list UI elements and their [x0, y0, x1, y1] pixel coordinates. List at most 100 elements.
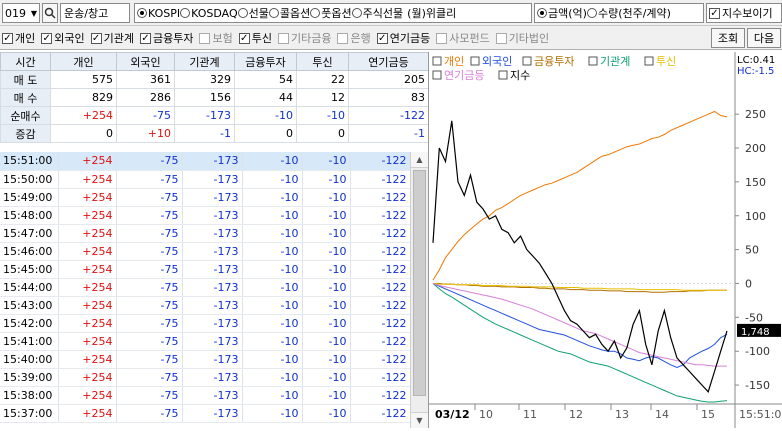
- value-cell: -173: [182, 332, 243, 351]
- x-tick-label: 14: [655, 408, 669, 421]
- table-row[interactable]: 15:43:00 +254 -75 -173 -10 -10 -122: [0, 296, 411, 315]
- table-row[interactable]: 15:41:00 +254 -75 -173 -10 -10 -122: [0, 332, 411, 351]
- legend-checkbox-5[interactable]: [432, 70, 442, 80]
- table-row[interactable]: 15:38:00 +254 -75 -173 -10 -10 -122: [0, 386, 411, 405]
- summary-header-cell: 개인: [50, 52, 117, 71]
- table-row[interactable]: 15:49:00 +254 -75 -173 -10 -10 -122: [0, 188, 411, 207]
- radio-icon: [586, 8, 597, 18]
- legend-checkbox-0[interactable]: [432, 56, 442, 66]
- market-radio-kospi[interactable]: KOSPI: [137, 7, 180, 20]
- unit-radio-quantity[interactable]: 수량(천주/계약): [586, 5, 671, 21]
- summary-header-cell: 금융투자: [234, 52, 297, 71]
- value-cell: -75: [116, 278, 183, 297]
- radio-icon: [237, 8, 248, 18]
- checkbox-checked-icon: ✓: [41, 32, 53, 44]
- code-select[interactable]: 019 ▼: [2, 3, 40, 23]
- y-tick-label: 200: [745, 142, 766, 155]
- table-row[interactable]: 15:48:00 +254 -75 -173 -10 -10 -122: [0, 206, 411, 225]
- checkbox-empty-icon: [199, 32, 211, 44]
- value-cell: -173: [182, 350, 243, 369]
- value-cell: -10: [302, 188, 351, 207]
- table-row[interactable]: 15:46:00 +254 -75 -173 -10 -10 -122: [0, 242, 411, 261]
- legend-item-4: 투신: [656, 55, 676, 68]
- table-row[interactable]: 15:50:00 +254 -75 -173 -10 -10 -122: [0, 170, 411, 189]
- table-row[interactable]: 15:44:00 +254 -75 -173 -10 -10 -122: [0, 278, 411, 297]
- legend-checkbox-1[interactable]: [470, 56, 480, 66]
- market-radio-stock-futures[interactable]: 주식선물: [351, 5, 403, 21]
- y-tick-label: -50: [745, 311, 763, 324]
- table-row[interactable]: 15:40:00 +254 -75 -173 -10 -10 -122: [0, 350, 411, 369]
- investor-filter-9[interactable]: 사모펀드: [436, 30, 490, 46]
- scroll-up-arrow-icon[interactable]: ▲: [411, 152, 428, 168]
- sector-name-field[interactable]: 운송/창고: [60, 3, 130, 23]
- investor-filter-10[interactable]: 기타법인: [495, 30, 549, 46]
- investor-filter-1[interactable]: ✓ 외국인: [41, 30, 85, 46]
- investor-filter-4[interactable]: 보험: [199, 30, 233, 46]
- show-index-checkbox[interactable]: ✓ 지수보이기: [706, 3, 782, 23]
- radio-icon: [537, 8, 547, 18]
- legend-checkbox-6[interactable]: [498, 70, 508, 80]
- legend-checkbox-3[interactable]: [588, 56, 598, 66]
- table-row[interactable]: 15:47:00 +254 -75 -173 -10 -10 -122: [0, 224, 411, 243]
- legend-checkbox-4[interactable]: [644, 56, 654, 66]
- table-row[interactable]: 15:45:00 +254 -75 -173 -10 -10 -122: [0, 260, 411, 279]
- search-button[interactable]: [42, 3, 58, 23]
- summary-header-row: 시간 개인 외국인 기관계 금융투자 투신 연기금등: [0, 52, 429, 71]
- value-cell: -10: [242, 386, 303, 405]
- radio-icon: [137, 8, 147, 18]
- query-button[interactable]: 조회: [711, 28, 745, 48]
- summary-cell: 0: [234, 124, 297, 143]
- investor-filter-6[interactable]: 기타금융: [277, 30, 331, 46]
- value-cell: -10: [302, 386, 351, 405]
- investor-filter-label: 기관계: [103, 32, 134, 45]
- value-cell: -10: [302, 350, 351, 369]
- checkbox-checked-icon: ✓: [238, 32, 250, 44]
- summary-cell: 44: [234, 88, 297, 107]
- value-cell: -10: [242, 152, 303, 171]
- table-row[interactable]: 15:42:00 +254 -75 -173 -10 -10 -122: [0, 314, 411, 333]
- value-cell: -75: [116, 242, 183, 261]
- value-cell: -75: [116, 314, 183, 333]
- summary-row-label: 매 도: [0, 70, 51, 89]
- investor-filter-7[interactable]: 은행: [337, 30, 371, 46]
- value-cell: -173: [182, 314, 243, 333]
- table-row[interactable]: 15:51:00 +254 -75 -173 -10 -10 -122: [0, 152, 411, 171]
- time-cell: 15:51:00: [0, 152, 59, 171]
- summary-cell: 54: [234, 70, 297, 89]
- legend-checkbox-2[interactable]: [522, 56, 532, 66]
- chart-info-text: HC:-1.5: [737, 66, 774, 77]
- scroll-down-arrow-icon[interactable]: ▼: [411, 412, 428, 428]
- market-radio-futures[interactable]: 선물: [237, 5, 269, 21]
- investor-filter-3[interactable]: ✓ 금융투자: [140, 30, 193, 46]
- chart-background: [429, 52, 782, 428]
- scrollbar-thumb[interactable]: [413, 170, 426, 396]
- market-radio-call[interactable]: 콜옵션: [268, 5, 310, 21]
- value-cell: -122: [350, 242, 411, 261]
- market-radio-put[interactable]: 풋옵션: [310, 5, 352, 21]
- code-value: 019: [5, 6, 26, 20]
- investor-filter-2[interactable]: ✓ 기관계: [90, 30, 134, 46]
- market-weekly-option[interactable]: (월)위클리: [407, 5, 456, 21]
- investor-filter-0[interactable]: ✓ 개인: [2, 30, 35, 46]
- value-cell: +254: [58, 386, 117, 405]
- value-cell: -173: [182, 206, 243, 225]
- next-button[interactable]: 다음: [747, 28, 781, 48]
- market-radio-kosdaq[interactable]: KOSDAQ: [180, 7, 238, 20]
- value-cell: -75: [116, 296, 183, 315]
- investor-filter-5[interactable]: ✓ 투신: [238, 30, 272, 46]
- table-scrollbar[interactable]: ▲ ▼: [410, 152, 428, 428]
- value-cell: -122: [350, 368, 411, 387]
- investor-filter-8[interactable]: ✓ 연기금등: [376, 30, 430, 46]
- unit-radio-amount[interactable]: 금액(억): [537, 5, 587, 21]
- search-icon: [44, 7, 56, 19]
- unit-radio-group: 금액(억) 수량(천주/계약): [534, 3, 704, 23]
- summary-cell: 22: [296, 70, 349, 89]
- table-row[interactable]: 15:39:00 +254 -75 -173 -10 -10 -122: [0, 368, 411, 387]
- table-row[interactable]: 15:37:00 +254 -75 -173 -10 -10 -122: [0, 404, 411, 423]
- value-cell: -10: [302, 242, 351, 261]
- value-cell: -10: [242, 404, 303, 423]
- value-cell: -10: [242, 170, 303, 189]
- x-tick-label: 11: [523, 408, 537, 421]
- value-cell: +254: [58, 242, 117, 261]
- checkbox-checked-icon: ✓: [376, 32, 388, 44]
